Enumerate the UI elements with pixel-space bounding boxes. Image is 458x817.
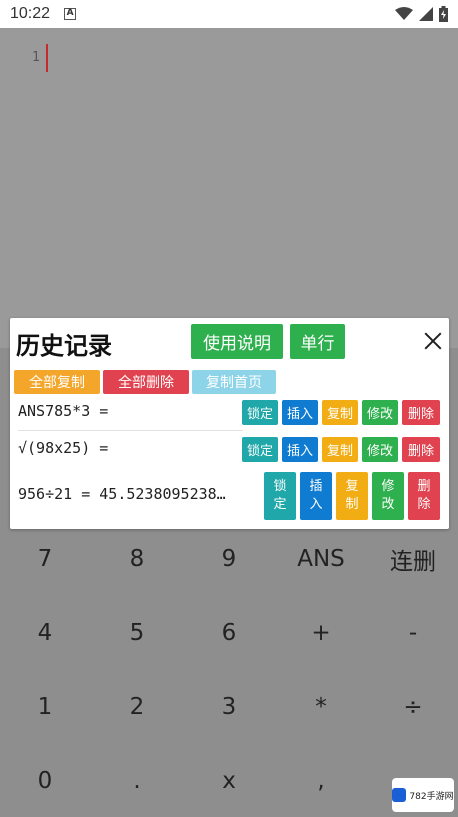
watermark-logo: 782手游网: [392, 778, 454, 812]
delete-button[interactable]: 删 除: [408, 472, 440, 520]
key-1-3[interactable]: +: [276, 598, 366, 668]
close-icon[interactable]: [422, 330, 444, 352]
insert-button[interactable]: 插入: [282, 400, 318, 425]
key-2-0[interactable]: 1: [0, 672, 90, 742]
key-1-2[interactable]: 6: [184, 598, 274, 668]
lock-button[interactable]: 锁 定: [264, 472, 296, 520]
key-3-0[interactable]: 0: [0, 746, 90, 816]
history-dialog: 历史记录 使用说明 单行 全部复制 全部删除 复制首页 ANS785*3 = 锁…: [10, 318, 449, 529]
copy-button[interactable]: 复制: [322, 437, 358, 462]
key-0-0[interactable]: 7: [0, 524, 90, 594]
delete-button[interactable]: 删除: [402, 400, 440, 425]
key-0-4[interactable]: 连删: [368, 524, 458, 594]
key-0-3[interactable]: ANS: [276, 524, 366, 594]
key-1-0[interactable]: 4: [0, 598, 90, 668]
key-2-4[interactable]: ÷: [368, 672, 458, 742]
history-row: √(98x25) = 锁定 插入 复制 修改 删除: [10, 434, 449, 466]
copy-all-button[interactable]: 全部复制: [14, 370, 100, 394]
history-row: 956÷21 = 45.5238095238… 锁 定 插 入 复 制 修 改 …: [10, 470, 449, 522]
expression-editor[interactable]: 1: [0, 28, 458, 348]
delete-button[interactable]: 删除: [402, 437, 440, 462]
copy-button[interactable]: 复制: [322, 400, 358, 425]
history-expression[interactable]: ANS785*3 =: [18, 402, 108, 420]
delete-all-button[interactable]: 全部删除: [103, 370, 189, 394]
copy-button[interactable]: 复 制: [336, 472, 368, 520]
row-divider: [18, 430, 243, 431]
lock-button[interactable]: 锁定: [242, 437, 278, 462]
key-3-3[interactable]: ,: [276, 746, 366, 816]
status-bar: 10:22 A: [0, 0, 458, 28]
text-cursor: [46, 44, 48, 72]
wifi-icon: [395, 7, 413, 20]
status-time: 10:22: [10, 5, 51, 22]
insert-button[interactable]: 插 入: [300, 472, 332, 520]
signal-icon: [419, 7, 433, 21]
edit-button[interactable]: 修改: [362, 400, 398, 425]
single-row-button[interactable]: 单行: [290, 324, 345, 359]
edit-button[interactable]: 修 改: [372, 472, 404, 520]
key-0-1[interactable]: 8: [92, 524, 182, 594]
status-icons: [395, 6, 448, 22]
usage-button[interactable]: 使用说明: [191, 324, 283, 359]
insert-button[interactable]: 插入: [282, 437, 318, 462]
key-3-2[interactable]: x: [184, 746, 274, 816]
copy-first-page-button[interactable]: 复制首页: [192, 370, 276, 394]
key-2-3[interactable]: *: [276, 672, 366, 742]
battery-icon: [439, 6, 448, 22]
dialog-title: 历史记录: [16, 332, 112, 360]
lock-button[interactable]: 锁定: [242, 400, 278, 425]
a-icon: A: [64, 8, 77, 20]
history-expression[interactable]: 956÷21 = 45.5238095238…: [18, 485, 263, 503]
line-number: 1: [32, 50, 40, 65]
key-2-1[interactable]: 2: [92, 672, 182, 742]
key-1-4[interactable]: -: [368, 598, 458, 668]
key-0-2[interactable]: 9: [184, 524, 274, 594]
edit-button[interactable]: 修改: [362, 437, 398, 462]
history-row: ANS785*3 = 锁定 插入 复制 修改 删除: [10, 398, 449, 430]
key-2-2[interactable]: 3: [184, 672, 274, 742]
watermark-icon: [392, 788, 407, 802]
key-1-1[interactable]: 5: [92, 598, 182, 668]
watermark-text: 782手游网: [409, 791, 454, 802]
key-3-1[interactable]: .: [92, 746, 182, 816]
history-expression[interactable]: √(98x25) =: [18, 439, 108, 457]
